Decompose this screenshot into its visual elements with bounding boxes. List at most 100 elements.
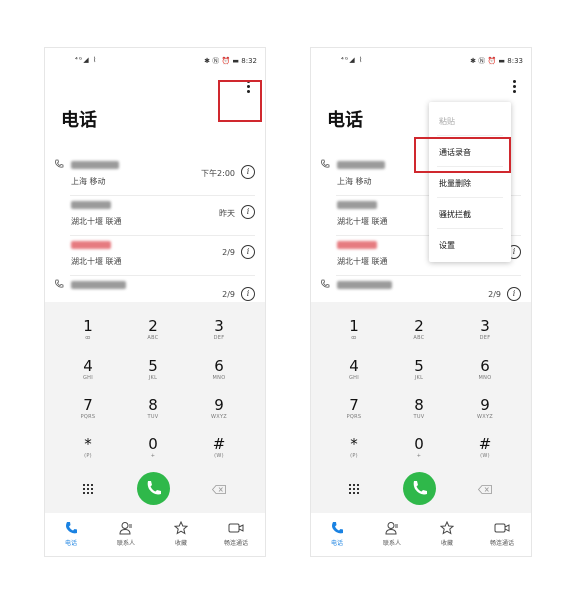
dial-key-letters: DEF — [213, 335, 225, 341]
dial-key-9[interactable]: 9 WXYZ — [189, 397, 249, 431]
call-button[interactable] — [403, 472, 436, 505]
phone-icon — [66, 522, 77, 534]
info-icon[interactable]: i — [241, 245, 255, 259]
dial-key-1[interactable]: 1ꝏ — [58, 318, 118, 352]
dial-key-4[interactable]: 4 GHI — [58, 358, 118, 392]
dial-key-letters: (W) — [214, 453, 224, 459]
call-location: 湖北十堰 联通 — [337, 217, 388, 226]
dial-key-letters: PQRS — [80, 414, 96, 420]
dial-key-digit: 4 — [349, 357, 359, 375]
call-location: 湖北十堰 联通 — [337, 257, 388, 266]
call-time: 昨天 — [219, 209, 235, 218]
dial-key-1[interactable]: 1ꝏ — [324, 318, 384, 352]
dial-key-7[interactable]: 7 PQRS — [58, 397, 118, 431]
tab-label: 电话 — [330, 540, 343, 547]
phone-icon — [413, 481, 427, 495]
dial-key-8[interactable]: 8 TUV — [389, 397, 449, 431]
dial-key-0[interactable]: 0 + — [123, 436, 183, 470]
info-icon[interactable]: i — [241, 165, 255, 179]
dial-key-5[interactable]: 5 JKL — [123, 358, 183, 392]
tab-label: 联系人 — [116, 540, 135, 547]
dial-key-letters: ABC — [413, 335, 425, 341]
dial-key-letters: PQRS — [346, 414, 362, 420]
call-log-row[interactable]: 湖北十堰 联通 2/9 i — [45, 236, 265, 276]
status-time: 8:32 — [241, 57, 257, 65]
backspace-icon[interactable] — [212, 485, 226, 494]
call-log-row[interactable]: 上海 移动 下午2:00 i — [45, 156, 265, 196]
dial-key-digit: 2 — [414, 317, 424, 335]
dial-key-letters: TUV — [413, 414, 425, 420]
tab-contacts[interactable]: 联系人 — [102, 521, 150, 547]
menu-item-harassment-block[interactable]: 骚扰拦截 — [439, 209, 471, 220]
dial-key-letters: (P) — [350, 453, 358, 459]
dial-key-7[interactable]: 7 PQRS — [324, 397, 384, 431]
info-icon[interactable]: i — [241, 287, 255, 301]
dial-key-4[interactable]: 4 GHI — [324, 358, 384, 392]
dial-key-3[interactable]: 3 DEF — [189, 318, 249, 352]
contact-name-redacted — [337, 161, 385, 169]
phone-icon — [332, 522, 343, 534]
dial-key-star[interactable]: * (P) — [324, 436, 384, 470]
dial-key-6[interactable]: 6 MNO — [455, 358, 515, 392]
call-log-row[interactable]: 2/9 i — [311, 276, 531, 302]
dial-key-letters: (P) — [84, 453, 92, 459]
dial-key-letters: ABC — [147, 335, 159, 341]
menu-item-batch-delete[interactable]: 批量删除 — [439, 178, 471, 189]
dial-key-8[interactable]: 8 TUV — [123, 397, 183, 431]
status-icons: ✱ Ⓝ ⏰ ▬ — [470, 57, 506, 65]
tab-video-call[interactable]: 畅连通话 — [212, 521, 260, 547]
bottom-tab-bar: 电话 联系人 收藏 畅连通话 — [311, 513, 531, 556]
dial-key-0[interactable]: 0 + — [389, 436, 449, 470]
tab-phone[interactable]: 电话 — [313, 521, 361, 547]
status-time: 8:33 — [507, 57, 523, 65]
dial-key-letters: + — [416, 453, 422, 459]
tab-phone[interactable]: 电话 — [47, 521, 95, 547]
highlight-more-options — [218, 80, 262, 122]
call-log-row[interactable]: 湖北十堰 联通 昨天 i — [45, 196, 265, 236]
dial-key-2[interactable]: 2 ABC — [123, 318, 183, 352]
tab-favorites[interactable]: 收藏 — [423, 521, 471, 547]
dial-key-star[interactable]: * (P) — [58, 436, 118, 470]
dial-key-hash[interactable]: # (W) — [455, 436, 515, 470]
phone-icon — [147, 481, 161, 495]
dial-key-digit: 5 — [414, 357, 424, 375]
dial-key-3[interactable]: 3 DEF — [455, 318, 515, 352]
dial-key-digit: 0 — [148, 435, 158, 453]
tab-contacts[interactable]: 联系人 — [368, 521, 416, 547]
dial-key-digit: 4 — [83, 357, 93, 375]
dialpad: 1ꝏ 2 ABC 3 DEF 4 GHI 5 JKL 6 MNO 7 PQRS 8 TUV 9… — [311, 302, 531, 513]
call-location: 上海 移动 — [71, 177, 106, 186]
dial-key-letters: GHI — [82, 375, 93, 381]
contact-name-redacted — [337, 241, 377, 249]
status-bar: ⁴ᴳ◢ ⌇ ✱ Ⓝ ⏰ ▬ 8:33 — [311, 56, 531, 68]
dial-key-letters: GHI — [348, 375, 359, 381]
dial-key-5[interactable]: 5 JKL — [389, 358, 449, 392]
dial-key-digit: 0 — [414, 435, 424, 453]
info-icon[interactable]: i — [507, 287, 521, 301]
dial-key-digit: 5 — [148, 357, 158, 375]
dial-key-digit: 8 — [414, 396, 424, 414]
dial-key-hash[interactable]: # (W) — [189, 436, 249, 470]
dial-key-6[interactable]: 6 MNO — [189, 358, 249, 392]
info-icon[interactable]: i — [241, 205, 255, 219]
signal-wifi-icons: ⁴ᴳ◢ ⌇ — [75, 56, 98, 64]
phone-screen-left: ⁴ᴳ◢ ⌇ ✱ Ⓝ ⏰ ▬ 8:32 电话 上海 移动 下午2:00 i 湖北十… — [44, 47, 266, 557]
call-time: 2/9 — [488, 290, 501, 299]
dial-key-2[interactable]: 2 ABC — [389, 318, 449, 352]
menu-item-settings[interactable]: 设置 — [439, 240, 455, 251]
tab-video-call[interactable]: 畅连通话 — [478, 521, 526, 547]
tab-favorites[interactable]: 收藏 — [157, 521, 205, 547]
dialpad-collapse-icon[interactable] — [83, 484, 93, 494]
contact-name-redacted — [71, 281, 126, 289]
menu-item-paste[interactable]: 粘贴 — [439, 116, 455, 127]
call-button[interactable] — [137, 472, 170, 505]
backspace-icon[interactable] — [478, 485, 492, 494]
dial-key-9[interactable]: 9 WXYZ — [455, 397, 515, 431]
call-log-row[interactable]: 2/9 i — [45, 276, 265, 302]
dial-key-digit: # — [478, 435, 492, 453]
dialpad-collapse-icon[interactable] — [349, 484, 359, 494]
contact-name-redacted — [71, 201, 111, 209]
dial-key-letters: WXYZ — [476, 414, 494, 420]
more-options-icon[interactable] — [507, 78, 521, 96]
incoming-call-icon — [55, 279, 64, 288]
